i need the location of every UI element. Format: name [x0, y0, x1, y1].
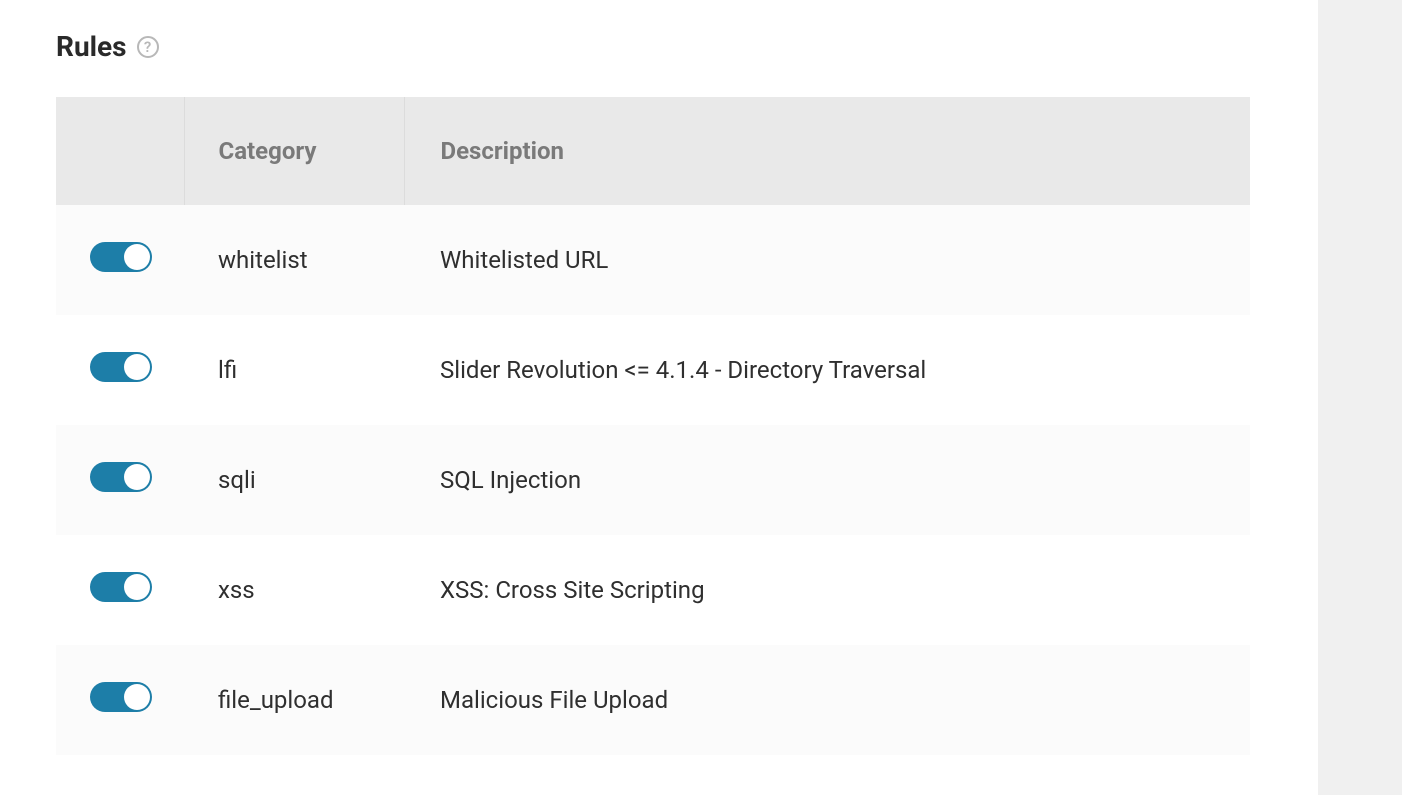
description-cell: Whitelisted URL [404, 205, 1250, 315]
description-cell: Malicious File Upload [404, 645, 1250, 755]
category-cell: xss [184, 535, 404, 645]
category-cell: lfi [184, 315, 404, 425]
category-cell: whitelist [184, 205, 404, 315]
help-icon[interactable]: ? [137, 36, 159, 58]
toggle-knob [124, 574, 150, 600]
toggle-knob [124, 464, 150, 490]
col-description-header: Description [404, 97, 1250, 205]
rule-toggle[interactable] [90, 572, 152, 602]
table-row: whitelist Whitelisted URL [56, 205, 1250, 315]
category-cell: file_upload [184, 645, 404, 755]
rule-toggle[interactable] [90, 242, 152, 272]
col-category-header: Category [184, 97, 404, 205]
description-cell: XSS: Cross Site Scripting [404, 535, 1250, 645]
toggle-cell [56, 315, 184, 425]
col-toggle-header [56, 97, 184, 205]
toggle-knob [124, 684, 150, 710]
table-row: sqli SQL Injection [56, 425, 1250, 535]
description-cell: Slider Revolution <= 4.1.4 - Directory T… [404, 315, 1250, 425]
section-title: Rules [56, 30, 127, 63]
table-row: xss XSS: Cross Site Scripting [56, 535, 1250, 645]
table-row: lfi Slider Revolution <= 4.1.4 - Directo… [56, 315, 1250, 425]
toggle-knob [124, 244, 150, 270]
toggle-cell [56, 205, 184, 315]
toggle-knob [124, 354, 150, 380]
toggle-cell [56, 425, 184, 535]
rule-toggle[interactable] [90, 682, 152, 712]
rule-toggle[interactable] [90, 462, 152, 492]
description-cell: SQL Injection [404, 425, 1250, 535]
category-cell: sqli [184, 425, 404, 535]
section-header: Rules ? [56, 30, 1318, 63]
rules-panel: Rules ? Category Description whitelist W… [0, 0, 1318, 795]
rule-toggle[interactable] [90, 352, 152, 382]
table-header-row: Category Description [56, 97, 1250, 205]
toggle-cell [56, 535, 184, 645]
toggle-cell [56, 645, 184, 755]
rules-table: Category Description whitelist Whitelist… [56, 97, 1250, 755]
table-row: file_upload Malicious File Upload [56, 645, 1250, 755]
